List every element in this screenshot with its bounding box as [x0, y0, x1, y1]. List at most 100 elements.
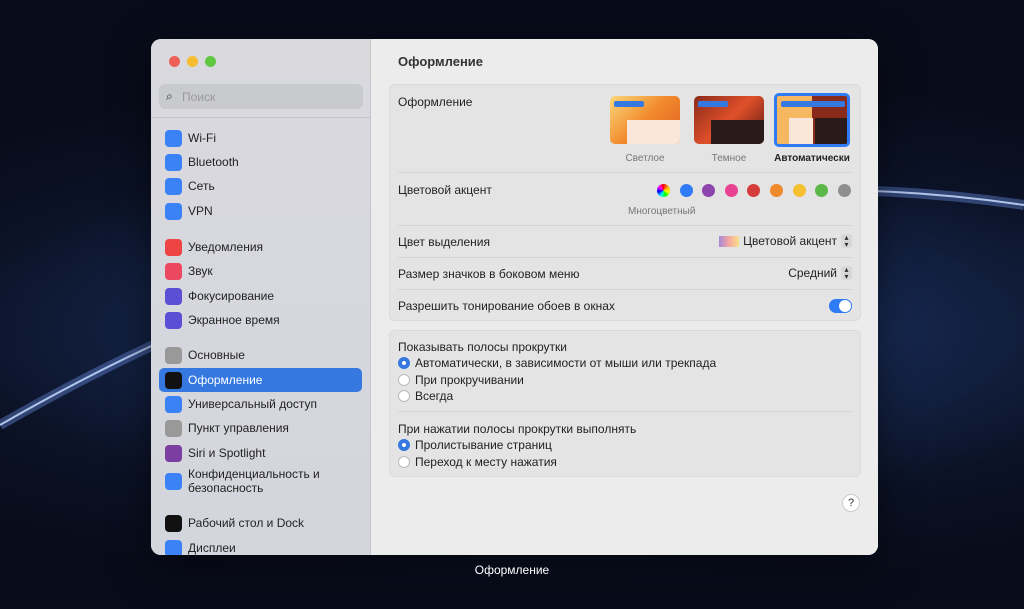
- sidebar-item[interactable]: VPN: [159, 199, 362, 223]
- icon-size-label: Размер значков в боковом меню: [398, 267, 580, 281]
- sidebar-item[interactable]: Уведомления: [159, 235, 362, 259]
- highlight-popup[interactable]: Цветовой акцент ▴ ▾: [719, 234, 852, 249]
- sidebar-item[interactable]: Оформление: [159, 368, 362, 392]
- sidebar-item[interactable]: Универсальный доступ: [159, 392, 362, 416]
- accent-color-4[interactable]: [747, 184, 761, 197]
- sidebar-item[interactable]: Bluetooth: [159, 150, 362, 174]
- highlight-label: Цвет выделения: [398, 235, 491, 249]
- highlight-swatch: [719, 235, 740, 247]
- auto-caption: Автоматически: [774, 153, 850, 164]
- accent-color-3[interactable]: [724, 184, 738, 197]
- scrollbars-label: Показывать полосы прокрутки: [398, 340, 567, 354]
- radio-button[interactable]: [398, 373, 410, 386]
- sidebar-item[interactable]: Звук: [159, 259, 362, 283]
- settings-window: ⌕ Поиск Wi-Fi Bluetooth Сеть VPN Уведомления З…: [151, 39, 878, 555]
- control-center-icon: [165, 419, 182, 437]
- gear-icon: [165, 346, 182, 364]
- tinting-toggle[interactable]: [829, 299, 852, 313]
- radio-button[interactable]: [398, 357, 410, 369]
- dark-caption: Темное: [711, 153, 747, 164]
- divider: [398, 411, 852, 412]
- sidebar: ⌕ Поиск Wi-Fi Bluetooth Сеть VPN Уведомления З…: [151, 39, 371, 555]
- sun-icon: [165, 539, 182, 555]
- speaker-icon: [165, 262, 182, 280]
- wifi-icon: [165, 129, 182, 147]
- sidebar-item-label: Оформление: [188, 373, 263, 387]
- radio-button[interactable]: [398, 439, 410, 451]
- sidebar-item[interactable]: Дисплеи: [159, 536, 362, 555]
- sidebar-item[interactable]: Фокусирование: [159, 284, 362, 308]
- accent-color-8[interactable]: [837, 184, 851, 197]
- radio-button[interactable]: [398, 390, 410, 402]
- option-label: Переход к месту нажатия: [415, 454, 557, 469]
- dock-icon: [165, 514, 182, 532]
- accent-color-0[interactable]: [657, 184, 670, 197]
- accent-color-6[interactable]: [792, 184, 806, 197]
- sidebar-item[interactable]: Сеть: [159, 174, 362, 198]
- window-caption: Оформление: [474, 563, 550, 577]
- sidebar-item-label: Пункт управления: [188, 421, 289, 435]
- accessibility-icon: [165, 395, 182, 413]
- sidebar-item-label: Уведомления: [188, 240, 264, 254]
- accent-color-7[interactable]: [815, 184, 829, 197]
- moon-icon: [165, 287, 182, 305]
- click-option[interactable]: Переход к месту нажатия: [398, 455, 557, 469]
- sidebar-item[interactable]: Рабочий стол и Dock: [159, 511, 362, 535]
- icon-size-popup[interactable]: Средний ▴ ▾: [788, 266, 852, 281]
- minimize-button[interactable]: [187, 56, 198, 67]
- hourglass-icon: [165, 311, 182, 329]
- accent-row: Цветовой акцент Многоцветный: [398, 173, 852, 226]
- appearance-icon: [165, 371, 182, 389]
- scrollbars-option[interactable]: Автоматически, в зависимости от мыши или…: [398, 356, 716, 370]
- hand-icon: [165, 472, 182, 490]
- appearance-label: Оформление: [398, 95, 473, 109]
- appearance-group: Оформление Светлое Темное Автоматически …: [389, 84, 861, 321]
- search-input[interactable]: ⌕ Поиск: [159, 84, 363, 109]
- radio-button[interactable]: [398, 455, 410, 468]
- sidebar-item[interactable]: Основные: [159, 343, 362, 367]
- sidebar-item-label: Основные: [188, 348, 245, 362]
- sidebar-item-label: Дисплеи: [188, 541, 236, 555]
- zoom-button[interactable]: [205, 56, 216, 67]
- search-placeholder: Поиск: [182, 90, 216, 104]
- highlight-row: Цвет выделения Цветовой акцент ▴ ▾: [398, 226, 852, 258]
- bluetooth-icon: [165, 153, 182, 171]
- tinting-label: Разрешить тонирование обоев в окнах: [398, 299, 615, 313]
- accent-color-1[interactable]: [679, 184, 693, 197]
- click-label: При нажатии полосы прокрутки выполнять: [398, 422, 637, 436]
- option-label: Пролистывание страниц: [415, 438, 552, 452]
- accent-color-2[interactable]: [702, 184, 716, 197]
- option-label: Всегда: [415, 389, 454, 403]
- close-button[interactable]: [169, 56, 180, 67]
- tinting-row: Разрешить тонирование обоев в окнах: [398, 290, 852, 321]
- click-option[interactable]: Пролистывание страниц: [398, 438, 552, 452]
- sidebar-item[interactable]: Пункт управления: [159, 416, 362, 440]
- help-button[interactable]: ?: [842, 494, 860, 512]
- toggle-knob: [839, 300, 851, 312]
- sidebar-item-label: Рабочий стол и Dock: [188, 516, 305, 530]
- page-title: Оформление: [398, 54, 484, 69]
- divider: [151, 117, 371, 118]
- option-label: При прокручивании: [415, 372, 524, 387]
- sidebar-item[interactable]: Wi-Fi: [159, 126, 362, 150]
- search-icon: ⌕: [166, 89, 173, 103]
- auto-thumbnail[interactable]: [774, 93, 850, 147]
- bell-icon: [165, 238, 182, 256]
- sidebar-item-label: Конфиденциальность и безопасность: [188, 467, 320, 495]
- chevron-updown-icon: ▴ ▾: [841, 266, 852, 281]
- scrollbars-option[interactable]: При прокручивании: [398, 373, 524, 387]
- sidebar-item[interactable]: Экранное время: [159, 308, 362, 332]
- light-caption: Светлое: [625, 153, 665, 164]
- appearance-row: Оформление Светлое Темное Автоматически: [398, 85, 852, 173]
- sidebar-item-label: Экранное время: [188, 313, 280, 327]
- sidebar-item[interactable]: Конфиденциальность и безопасность: [159, 464, 362, 498]
- light-thumbnail[interactable]: [610, 96, 680, 144]
- sidebar-item-label: Siri и Spotlight: [188, 446, 266, 460]
- sidebar-item-label: Звук: [188, 264, 213, 278]
- accent-color-5[interactable]: [770, 184, 783, 197]
- sidebar-item-label: Bluetooth: [188, 155, 239, 169]
- scrollbars-option[interactable]: Всегда: [398, 389, 453, 403]
- sidebar-item[interactable]: Siri и Spotlight: [159, 441, 362, 465]
- dark-thumbnail[interactable]: [694, 96, 764, 144]
- vpn-globe-icon: [165, 202, 182, 220]
